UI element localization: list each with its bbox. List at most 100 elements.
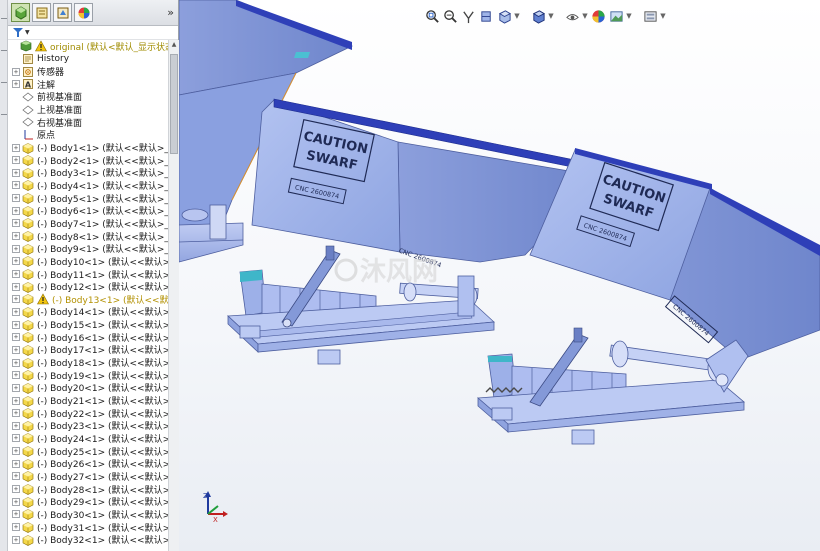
tree-body-item[interactable]: + (-) Body9<1> (默认<<默认>_显示 [12, 242, 178, 255]
expand-icon[interactable]: + [12, 181, 20, 190]
tree-item-plane[interactable]: 前视基准面 [12, 91, 82, 103]
chevron-down-icon[interactable]: ▼ [582, 8, 588, 24]
tab-feature-manager[interactable] [11, 3, 30, 22]
expand-icon[interactable]: + [12, 383, 20, 392]
expand-icon[interactable]: + [12, 156, 20, 165]
tree-body-item[interactable]: + (-) Body6<1> (默认<<默认>_显示 [12, 204, 178, 217]
expand-icon[interactable]: + [12, 282, 20, 291]
tab-configuration-manager[interactable] [53, 3, 72, 22]
tree-item-sensor[interactable]: + 传感器 [12, 65, 64, 78]
tree-item-plane[interactable]: 右视基准面 [12, 116, 82, 129]
tree-body-item[interactable]: + (-) Body25<1> (默认<<默认>_显 [12, 445, 178, 458]
tree-body-item[interactable]: + (-) Body2<1> (默认<<默认>_显示 [12, 154, 178, 167]
tree-item-annotation[interactable]: + A 注解 [12, 78, 55, 91]
tab-display-manager[interactable] [74, 3, 93, 22]
tree-body-item[interactable]: + (-) Body14<1> (默认<<默认>_显 [12, 306, 178, 318]
more-tabs-icon[interactable]: » [167, 6, 174, 19]
expand-icon[interactable]: + [12, 232, 20, 241]
chevron-down-icon[interactable]: ▼ [660, 8, 666, 24]
tree-body-item[interactable]: + (-) Body23<1> (默认<<默认>_显 [12, 420, 178, 432]
expand-icon[interactable]: + [12, 206, 20, 215]
expand-icon[interactable]: + [12, 447, 20, 456]
expand-icon[interactable]: + [12, 459, 20, 468]
tree-body-item[interactable]: + (-) Body3<1> (默认<<默认>_显示 [12, 167, 178, 179]
expand-icon[interactable]: + [12, 244, 20, 253]
tree-body-item[interactable]: + (-) Body30<1> (默认<<默认>_显 [12, 508, 178, 521]
tree-body-item[interactable]: + (-) Body26<1> (默认<<默认>_显 [12, 457, 178, 470]
previous-view-icon[interactable] [460, 8, 476, 24]
tree-body-item[interactable]: + (-) Body16<1> (默认<<默认>_显 [12, 331, 178, 344]
expand-icon[interactable]: + [12, 396, 20, 405]
chevron-down-icon[interactable]: ▼ [548, 8, 554, 24]
tree-body-item[interactable]: + (-) Body31<1> (默认<<默认>_显 [12, 521, 178, 534]
tree-body-item[interactable]: + (-) Body18<1> (默认<<默认>_显 [12, 356, 178, 369]
tipping-bin-center[interactable]: CAUTION SWARF CNC 2600874 CNC 2600874 [227, 98, 589, 365]
expand-icon[interactable]: + [12, 295, 20, 304]
tree-item-origin[interactable]: 原点 [12, 129, 55, 141]
expand-icon[interactable]: + [12, 409, 20, 418]
expand-icon[interactable]: + [12, 194, 20, 203]
tree-body-item[interactable]: + (-) Body19<1> (默认<<默认>_显 [12, 369, 178, 382]
tree-body-item[interactable]: + (-) Body11<1> (默认<<默认>_显 [12, 268, 178, 281]
chevron-down-icon[interactable]: ▼ [626, 8, 632, 24]
tree-body-item[interactable]: + (-) Body12<1> (默认<<默认>_显 [12, 280, 178, 293]
section-view-icon[interactable] [478, 8, 494, 24]
expand-icon[interactable]: + [12, 497, 20, 506]
zoom-to-area-icon[interactable] [442, 8, 458, 24]
tree-body-item[interactable]: + (-) Body28<1> (默认<<默认>_显 [12, 483, 178, 496]
tree-body-item[interactable]: + (-) Body27<1> (默认<<默认>_显 [12, 470, 178, 483]
expand-icon[interactable]: + [12, 510, 20, 519]
hide-show-items-icon[interactable] [564, 8, 580, 24]
tree-root-part[interactable]: original (默认<默认_显示状态-1> [10, 40, 178, 53]
tree-body-item[interactable]: + (-) Body29<1> (默认<<默认>_显 [12, 495, 178, 508]
expand-icon[interactable]: + [12, 219, 20, 228]
tree-body-item[interactable]: + (-) Body10<1> (默认<<默认>_显 [12, 255, 178, 268]
tab-property-manager[interactable] [32, 3, 51, 22]
expand-icon[interactable]: + [12, 523, 20, 532]
expand-icon[interactable]: + [12, 535, 20, 544]
chevron-down-icon[interactable]: ▼ [514, 8, 520, 24]
scrollbar-thumb[interactable] [170, 54, 178, 154]
tree-body-item[interactable]: + (-) Body20<1> (默认<<默认>_显 [12, 382, 178, 394]
feature-tree-scrollbar[interactable]: ▲ [168, 40, 179, 551]
tree-body-item[interactable]: + (-) Body1<1> (默认<<默认>_显示 [12, 141, 178, 154]
expand-icon[interactable]: + [12, 472, 20, 481]
tree-body-item[interactable]: + (-) Body7<1> (默认<<默认>_显示 [12, 217, 178, 230]
tree-body-item[interactable]: + (-) Body5<1> (默认<<默认>_显示 [12, 192, 178, 205]
tree-body-item[interactable]: + (-) Body24<1> (默认<<默认>_显 [12, 432, 178, 445]
expand-icon[interactable]: + [12, 67, 20, 76]
scroll-up-arrow-icon[interactable]: ▲ [170, 41, 178, 51]
expand-icon[interactable]: + [12, 485, 20, 494]
expand-icon[interactable]: + [12, 421, 20, 430]
tree-body-item[interactable]: + (-) Body17<1> (默认<<默认>_显 [12, 344, 178, 356]
tree-body-item[interactable]: + (-) Body8<1> (默认<<默认>_显示 [12, 230, 178, 243]
expand-icon[interactable]: + [12, 434, 20, 443]
tree-body-item[interactable]: + (-) Body15<1> (默认<<默认>_显 [12, 318, 178, 331]
edit-appearance-icon[interactable] [590, 8, 606, 24]
display-style-icon[interactable] [530, 8, 546, 24]
view-settings-icon[interactable] [642, 8, 658, 24]
expand-icon[interactable]: + [12, 345, 20, 354]
tree-item-history[interactable]: History [12, 53, 69, 66]
expand-icon[interactable]: + [12, 320, 20, 329]
expand-icon[interactable]: + [12, 270, 20, 279]
zoom-to-fit-icon[interactable] [424, 8, 440, 24]
tree-body-item[interactable]: + (-) Body22<1> (默认<<默认>_显 [12, 407, 178, 420]
tree-body-item[interactable]: + (-) Body21<1> (默认<<默认>_显 [12, 394, 178, 407]
tree-body-item[interactable]: + (-) Body4<1> (默认<<默认>_显示 [12, 179, 178, 192]
apply-scene-icon[interactable] [608, 8, 624, 24]
expand-icon[interactable]: + [12, 168, 20, 177]
expand-icon[interactable]: + [12, 80, 20, 89]
expand-icon[interactable]: + [12, 143, 20, 152]
expand-icon[interactable]: + [12, 257, 20, 266]
view-orientation-icon[interactable] [496, 8, 512, 24]
view-triad[interactable]: Z X [203, 491, 228, 524]
tree-body-item[interactable]: + (-) Body32<1> (默认<<默认>_显 [12, 533, 178, 546]
expand-icon[interactable]: + [12, 358, 20, 367]
expand-icon[interactable]: + [12, 371, 20, 380]
expand-icon[interactable]: + [12, 307, 20, 316]
tree-filter[interactable]: ▼ [8, 26, 178, 40]
tree-body-item[interactable]: + (-) Body13<1> (默认<<默认> [12, 293, 178, 306]
tree-item-plane[interactable]: 上视基准面 [12, 103, 82, 116]
expand-icon[interactable]: + [12, 333, 20, 342]
